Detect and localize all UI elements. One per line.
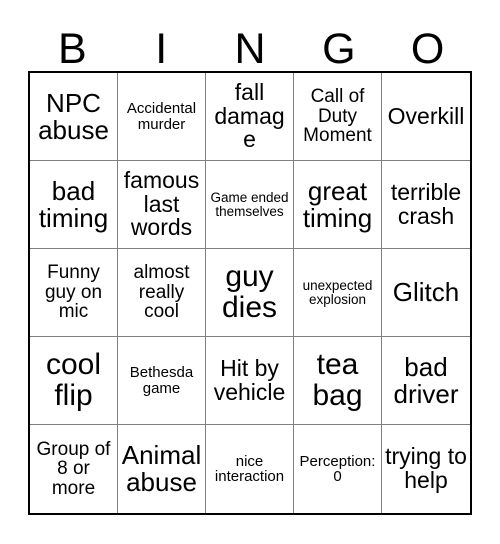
bingo-cell-label: Glitch bbox=[392, 277, 460, 308]
bingo-cell-label: Accidental murder bbox=[126, 100, 197, 133]
bingo-cell[interactable]: Call of Duty Moment bbox=[294, 73, 382, 161]
bingo-header-row: B I N G O bbox=[28, 16, 472, 71]
bingo-cell[interactable]: Overkill bbox=[382, 73, 470, 161]
bingo-cell[interactable]: Group of 8 or more bbox=[30, 425, 118, 513]
bingo-cell[interactable]: Bethesda game bbox=[118, 337, 206, 425]
bingo-cell-label: terrible crash bbox=[390, 178, 462, 229]
bingo-cell[interactable]: Funny guy on mic bbox=[30, 249, 118, 337]
bingo-cell[interactable]: terrible crash bbox=[382, 161, 470, 249]
bingo-cell-label: Group of 8 or more bbox=[36, 438, 111, 499]
bingo-cell[interactable]: bad timing bbox=[30, 161, 118, 249]
bingo-header-letter-b: B bbox=[58, 25, 87, 73]
bingo-cell-label: tea bag bbox=[312, 347, 363, 412]
bingo-cell-label: guy dies bbox=[221, 259, 278, 324]
bingo-cell-label: trying to help bbox=[385, 443, 467, 493]
bingo-cell[interactable]: almost really cool bbox=[118, 249, 206, 337]
bingo-header-letter-g: G bbox=[322, 25, 356, 73]
bingo-cell[interactable]: bad driver bbox=[382, 337, 470, 425]
bingo-cell-label: fall damage bbox=[214, 78, 285, 153]
bingo-cell-label: bad driver bbox=[393, 351, 459, 409]
bingo-cell[interactable]: great timing bbox=[294, 161, 382, 249]
bingo-cell-label: Call of Duty Moment bbox=[303, 86, 372, 147]
bingo-cell[interactable]: trying to help bbox=[382, 425, 470, 513]
bingo-cell[interactable]: cool flip bbox=[30, 337, 118, 425]
bingo-header-letter-n: N bbox=[234, 25, 266, 73]
bingo-header-letter-i: I bbox=[155, 25, 168, 73]
bingo-cell[interactable]: Hit by vehicle bbox=[206, 337, 294, 425]
bingo-cell-label: almost really cool bbox=[133, 262, 190, 323]
bingo-cell-label: NPC abuse bbox=[38, 87, 109, 145]
bingo-cell[interactable]: famous last words bbox=[118, 161, 206, 249]
bingo-cell[interactable]: nice interaction bbox=[206, 425, 294, 513]
bingo-cell-label: Game ended themselves bbox=[210, 189, 289, 219]
bingo-grid: NPC abuse Accidental murder fall damage Cal… bbox=[28, 71, 472, 515]
bingo-cell-label: Hit by vehicle bbox=[213, 354, 286, 405]
bingo-cell[interactable]: NPC abuse bbox=[30, 73, 118, 161]
bingo-cell[interactable]: Perception: 0 bbox=[294, 425, 382, 513]
bingo-cell-label: Bethesda game bbox=[129, 364, 194, 397]
bingo-cell-label: Animal abuse bbox=[121, 440, 202, 497]
bingo-cell-label: cool flip bbox=[45, 347, 102, 412]
bingo-cell[interactable]: Game ended themselves bbox=[206, 161, 294, 249]
bingo-cell-label: bad timing bbox=[38, 175, 109, 233]
bingo-cell-label: Overkill bbox=[387, 102, 465, 129]
bingo-cell[interactable]: tea bag bbox=[294, 337, 382, 425]
bingo-cell-label: unexpected explosion bbox=[302, 277, 373, 307]
bingo-cell-label: great timing bbox=[302, 175, 373, 233]
bingo-header-letter-o: O bbox=[410, 25, 445, 73]
bingo-cell-label: Perception: 0 bbox=[299, 452, 376, 485]
bingo-cell-label: nice interaction bbox=[214, 452, 285, 485]
bingo-cell[interactable]: guy dies bbox=[206, 249, 294, 337]
bingo-cell[interactable]: fall damage bbox=[206, 73, 294, 161]
bingo-cell-label: famous last words bbox=[123, 166, 200, 241]
bingo-cell[interactable]: unexpected explosion bbox=[294, 249, 382, 337]
bingo-cell[interactable]: Animal abuse bbox=[118, 425, 206, 513]
bingo-cell[interactable]: Accidental murder bbox=[118, 73, 206, 161]
bingo-cell-label: Funny guy on mic bbox=[44, 262, 103, 323]
bingo-cell[interactable]: Glitch bbox=[382, 249, 470, 337]
bingo-card: B I N G O NPC abuse Accidental murder fall… bbox=[0, 0, 500, 544]
